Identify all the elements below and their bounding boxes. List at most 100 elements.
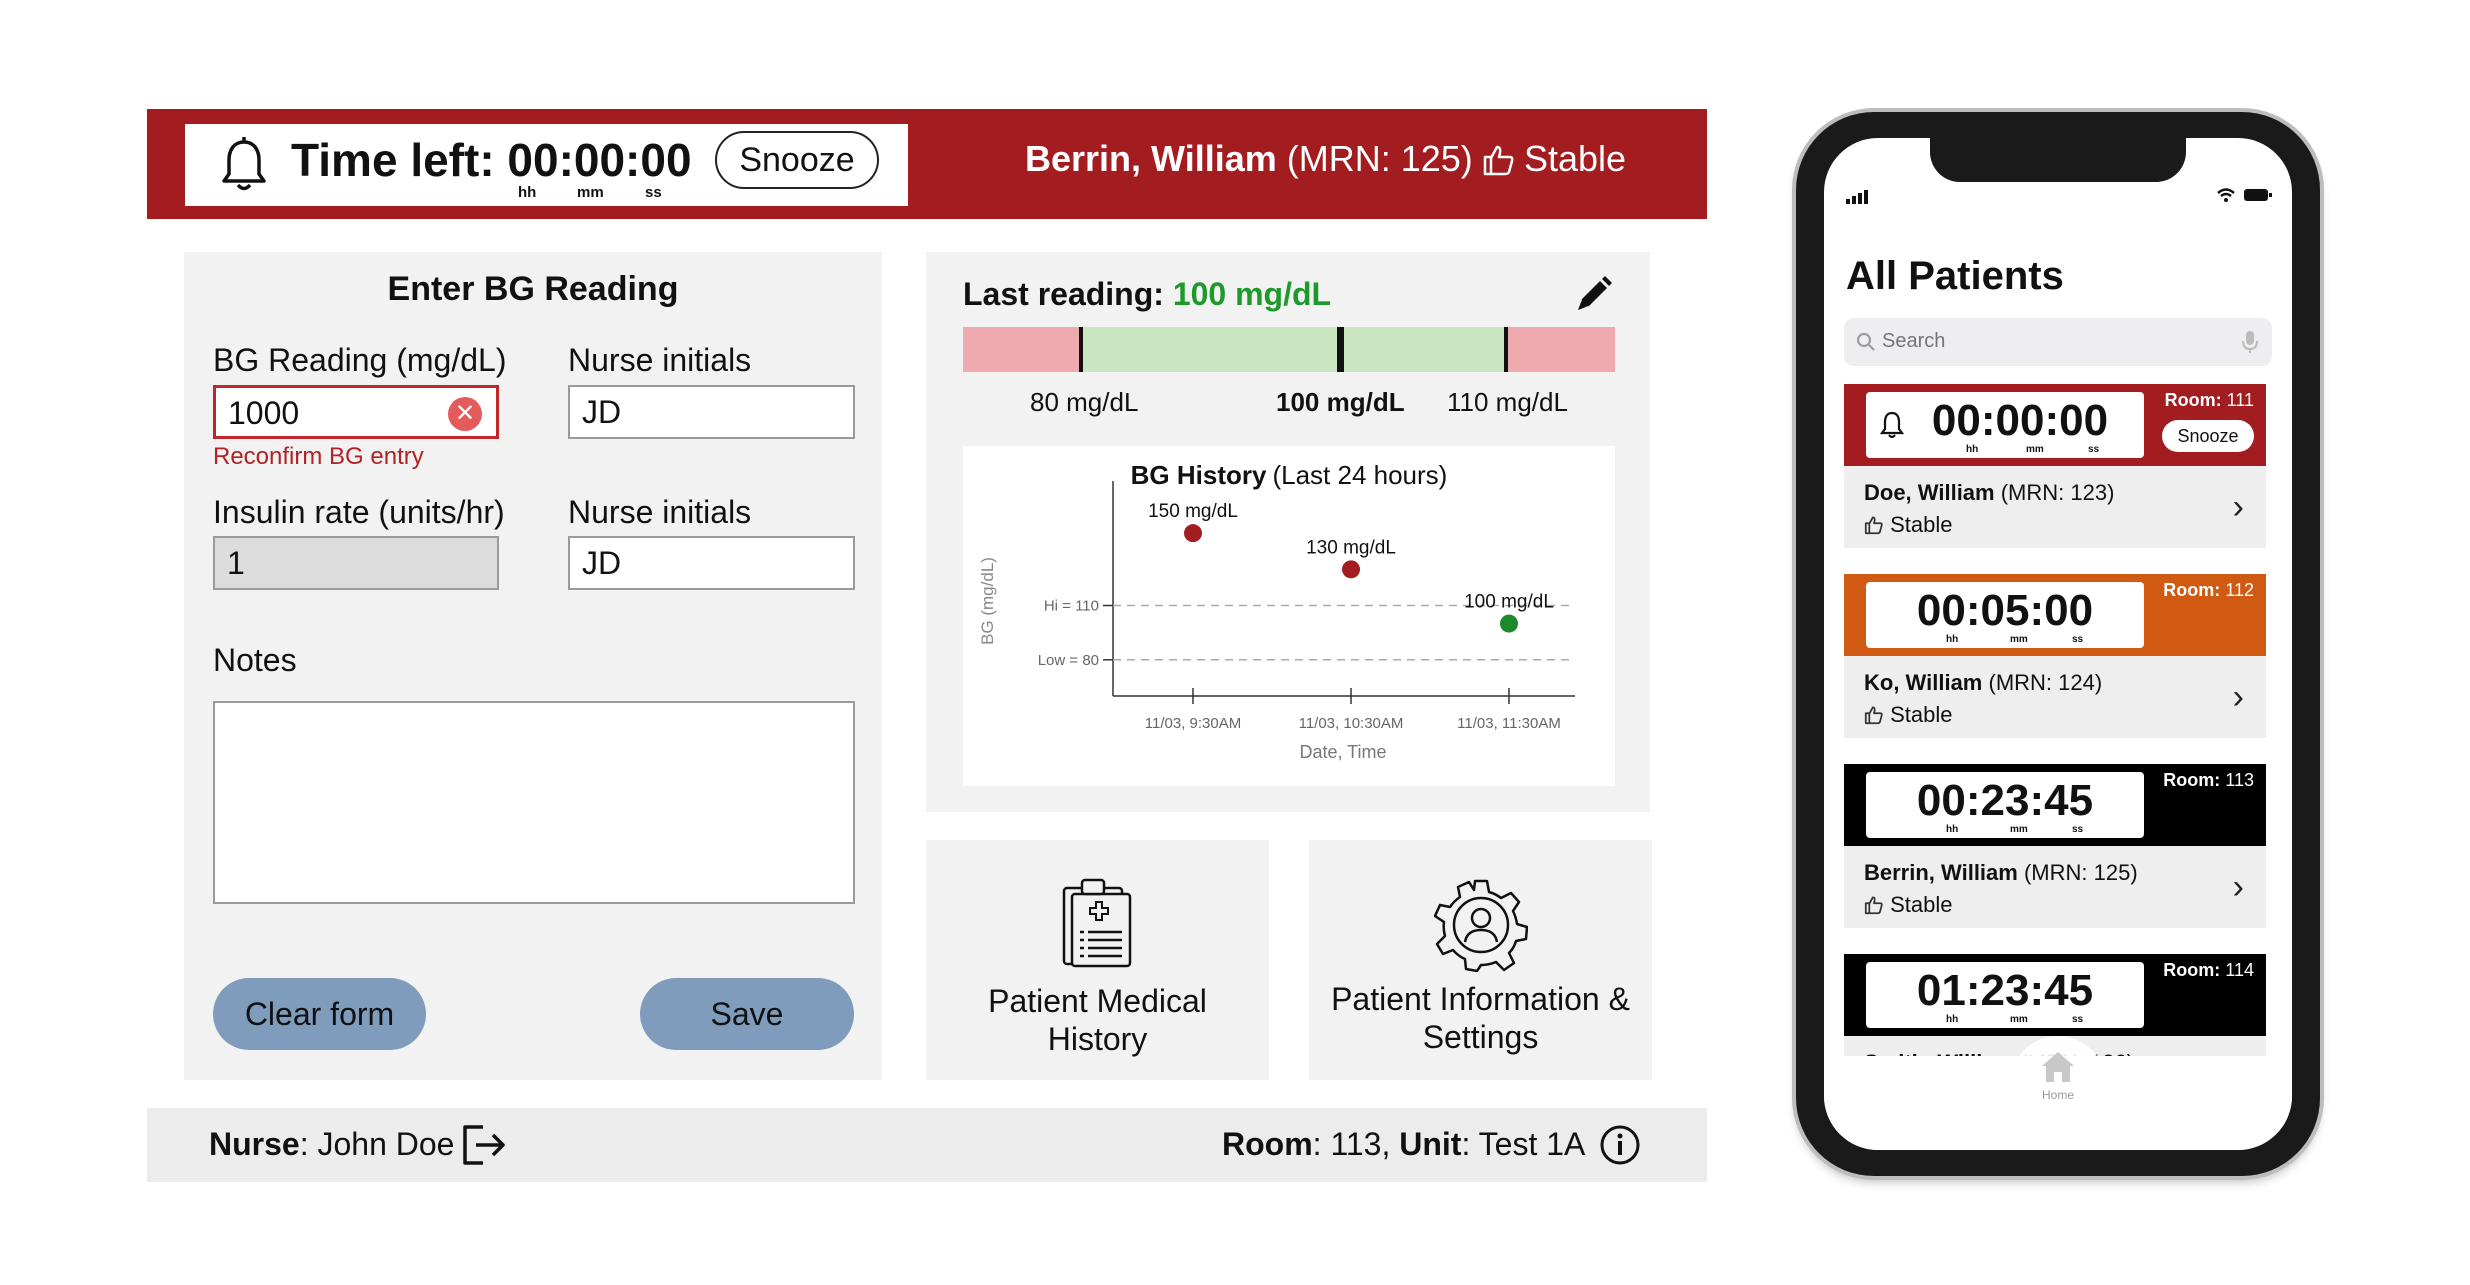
data-label: 100 mg/dL [1464,592,1554,613]
data-point [1342,560,1360,579]
patient-timer-digits: 00:23:45 [1916,776,2094,825]
reconfirm-error: Reconfirm BG entry [213,443,424,470]
seconds-unit-label: ss [645,184,662,201]
nurse-info: Nurse: John Doe [209,1126,454,1163]
minutes-unit-label: mm [2010,634,2028,645]
search-input[interactable] [1882,330,2222,353]
data-label: 130 mg/dL [1306,537,1396,558]
chevron-right-icon: › [2232,488,2244,526]
patient-card-header: 00:00:00 hh mm ss Room: 111 Snooze [1844,384,2266,466]
patient-timer: 00:23:45 hh mm ss [1866,772,2144,838]
patient-info-settings-tile[interactable]: Patient Information & Settings [1309,840,1652,1080]
ref-label: Hi = 110 [1044,598,1099,615]
snooze-button[interactable]: Snooze [715,131,879,189]
patient-name: Ko, William (MRN: 124) [1864,670,2102,696]
room-key: Room [1222,1126,1313,1162]
nurse-value: : John Doe [299,1126,455,1162]
seconds-unit-label: ss [2072,634,2084,645]
status-indicator: Stable [1482,135,1626,183]
bg-history-chart: BG History (Last 24 hours) Hi = 110 Low = … [963,446,1615,786]
nurse-initials-label: Nurse initials [568,342,752,378]
bg-reading-input[interactable]: 1000 ✕ [213,385,499,439]
minutes-unit-label: mm [2026,444,2044,455]
bg-reading-label: BG Reading (mg/dL) [213,342,507,378]
patient-mrn: (MRN: 125) [2017,860,2138,885]
patient-name: Berrin, William (MRN: 125) [1864,860,2138,886]
save-button[interactable]: Save [640,978,854,1050]
info-settings-label-line1: Patient Information & [1331,981,1630,1017]
data-point [1500,614,1518,633]
patient-status: Stable [1864,512,1953,538]
room-number: 113 [2220,770,2254,790]
patient-card[interactable]: 00:00:00 hh mm ss Room: 111 Snooze Doe, … [1844,384,2266,548]
range-current-label: 100 mg/dL [1276,387,1405,417]
high-threshold-marker [1504,327,1508,372]
patient-card-header: 01:23:45 hh mm ss Room: 114 [1844,954,2266,1036]
minutes-unit-label: mm [2010,824,2028,835]
range-low-label: 80 mg/dL [1030,387,1139,417]
clear-input-icon[interactable]: ✕ [448,397,482,431]
range-bar [963,327,1615,372]
bg-history-svg: BG History (Last 24 hours) Hi = 110 Low = … [978,460,1575,762]
footer-bar: Nurse: John Doe Room: 113, Unit: Test 1A [147,1108,1707,1182]
chart-title-main: BG History [1131,460,1267,490]
y-axis-label: BG (mg/dL) [978,557,997,645]
snooze-button[interactable]: Snooze [2162,420,2254,452]
room-key: Room: [2163,580,2221,600]
patient-status-label: Stable [1890,512,1953,537]
patient-medical-history-tile[interactable]: Patient Medical History [926,840,1269,1080]
wifi-battery-icon [2217,188,2272,202]
nurse-initials-label-2: Nurse initials [568,494,752,530]
home-button[interactable]: Home [2010,1036,2106,1132]
patient-name-text: Doe, William [1864,480,1995,505]
patient-card-header: 00:05:00 hh mm ss Room: 112 [1844,574,2266,656]
room-unit-info: Room: 113, Unit: Test 1A [1222,1126,1585,1163]
patient-card[interactable]: 00:23:45 hh mm ss Room: 113 Berrin, Will… [1844,764,2266,928]
bg-entry-form: Enter BG Reading BG Reading (mg/dL) 1000… [184,252,882,1080]
info-icon[interactable] [1599,1124,1641,1166]
patient-status-label: Stable [1890,702,1953,727]
chevron-right-icon: › [2232,678,2244,716]
clipboard-medical-icon [1062,878,1132,968]
room-key: Room: [2163,960,2221,980]
medical-history-label-line2: History [1047,1021,1148,1057]
thumbs-up-icon [1864,706,1883,725]
patient-mrn: (MRN: 123) [1994,480,2115,505]
microphone-icon[interactable] [2242,330,2258,354]
home-label: Home [2041,1088,2074,1102]
patient-timer-digits: 01:23:45 [1916,966,2094,1015]
chart-subtitle: (Last 24 hours) [1272,460,1447,490]
room-number: 111 [2221,390,2254,410]
patient-room: Room: 112 [2163,580,2254,601]
chart-title: BG History (Last 24 hours) [1131,460,1448,490]
phone-screen: All Patients 00:00:00 [1824,138,2292,1150]
hours-unit-label: hh [518,184,537,201]
patient-status: Stable [1864,892,1953,918]
hours-unit-label: hh [1946,824,1959,835]
logout-icon[interactable] [461,1124,507,1166]
bell-icon [222,137,266,191]
patient-mrn: (MRN: 124) [1982,670,2103,695]
patient-room: Room: 114 [2163,960,2254,981]
insulin-rate-input[interactable]: 1 [213,536,499,590]
patient-card[interactable]: 00:05:00 hh mm ss Room: 112 Ko, William … [1844,574,2266,738]
nurse-initials-input-2[interactable]: JD [568,536,855,590]
seconds-unit-label: ss [2088,444,2100,455]
hours-unit-label: hh [1946,634,1959,645]
last-reading-key: Last reading: [963,276,1164,312]
home-bar: Home [1824,1036,2292,1150]
room-key: Room: [2163,770,2221,790]
x-tick-label: 11/03, 10:30AM [1299,715,1404,732]
search-field[interactable] [1844,318,2272,366]
clear-form-button[interactable]: Clear form [213,978,426,1050]
patient-settings-gear-icon [1434,879,1528,972]
nurse-initials-input[interactable]: JD [568,385,855,439]
patient-status: Stable [1864,702,1953,728]
time-left-label: Time left: 00:00:00 [291,134,692,186]
signal-icon [1846,190,1868,204]
pencil-icon[interactable] [1574,274,1614,314]
insulin-rate-label: Insulin rate (units/hr) [213,494,505,530]
phone-notch [1930,138,2186,182]
notes-textarea[interactable] [213,701,855,904]
patient-timer: 00:05:00 hh mm ss [1866,582,2144,648]
